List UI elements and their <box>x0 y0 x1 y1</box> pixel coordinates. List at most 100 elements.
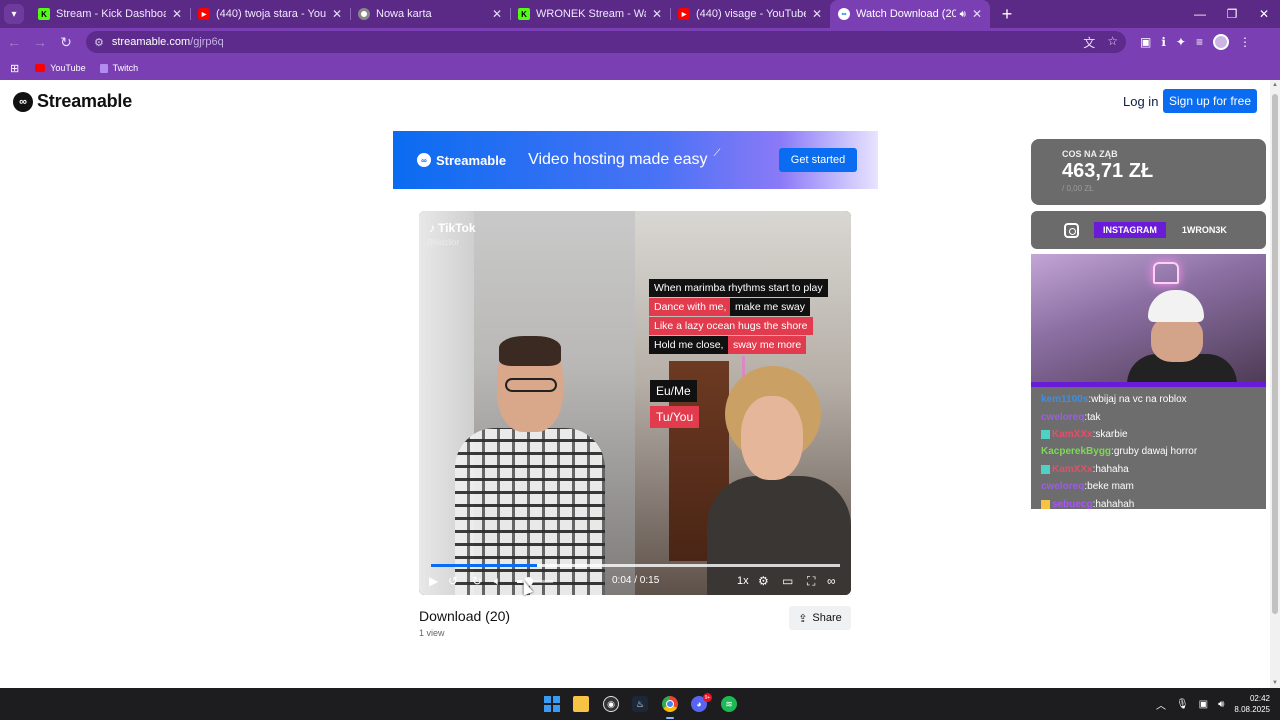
chat-text: beke mam <box>1087 481 1134 493</box>
speaker-icon[interactable]: 🔊︎ <box>1218 699 1224 710</box>
caption-line: Eu/Me <box>650 380 697 402</box>
streamable-logo-icon[interactable]: ∞ <box>827 573 836 589</box>
bookmark-youtube[interactable]: YouTube <box>35 63 86 73</box>
youtube-icon: ▶ <box>198 8 210 20</box>
speaker-icon[interactable]: 🔊︎ <box>960 9 966 20</box>
omnibox-actions: 文 ☆ <box>1083 34 1118 51</box>
bookmark-twitch[interactable]: Twitch <box>99 63 138 73</box>
steam-icon[interactable]: ♨ <box>632 696 648 712</box>
volume-icon[interactable]: 🔈︎ <box>494 573 501 589</box>
close-icon[interactable]: ✕ <box>652 7 662 21</box>
chevron-up-icon[interactable]: ︿ <box>1156 697 1166 712</box>
chat-username: KamXXx <box>1052 463 1093 475</box>
share-icon: ⇪ <box>798 612 808 625</box>
caption-line: Dance with me, <box>649 298 732 316</box>
new-tab-button[interactable]: + <box>996 4 1018 25</box>
reload-icon[interactable]: ↻ <box>54 30 78 54</box>
webcam-feed <box>1031 254 1266 387</box>
clock-date: 8.08.2025 <box>1234 705 1270 714</box>
kebab-menu-icon[interactable]: ⋮ <box>1239 35 1251 49</box>
scroll-down-icon[interactable]: ▼ <box>1272 680 1278 686</box>
ad-banner[interactable]: ∞ Streamable Video hosting made easy ⟋ G… <box>393 131 878 189</box>
tab-wronek-stream[interactable]: K WRONEK Stream - Watch Live o ✕ <box>510 0 670 28</box>
close-icon[interactable]: ✕ <box>972 7 982 21</box>
apps-grid-icon[interactable]: ⊞ <box>10 62 19 75</box>
login-link[interactable]: Log in <box>1123 94 1158 109</box>
chat-username: sebuecg <box>1052 498 1093 510</box>
scroll-up-icon[interactable]: ▲ <box>1272 82 1278 88</box>
restore-icon[interactable]: ❐ <box>1216 0 1248 28</box>
video-frame-left: ♪ TikTok @kidzlior <box>419 211 635 595</box>
tab-youtube-twoja-stara[interactable]: ▶ (440) twoja stara - YouTube ✕ <box>190 0 350 28</box>
tab-kick-dashboard[interactable]: K Stream - Kick Dashboard ✕ <box>30 0 190 28</box>
signup-button[interactable]: Sign up for free <box>1163 89 1257 113</box>
translate-icon[interactable]: 文 <box>1083 34 1095 51</box>
discord-icon[interactable]: ◕ 9+ <box>691 693 712 712</box>
close-icon[interactable]: ✕ <box>172 7 182 21</box>
obs-icon[interactable]: ◉ <box>603 696 619 712</box>
windows-start-icon[interactable] <box>544 696 560 712</box>
minimize-icon[interactable]: — <box>1184 0 1216 28</box>
caption-line: Like a lazy ocean hugs the shore <box>649 317 813 335</box>
page-scrollbar[interactable]: ▲ ▼ <box>1270 80 1280 688</box>
settings-gear-icon[interactable]: ⚙ <box>758 573 769 589</box>
close-window-icon[interactable]: ✕ <box>1248 0 1280 28</box>
close-icon[interactable]: ✕ <box>492 7 502 21</box>
share-label: Share <box>812 612 842 624</box>
tab-title: Stream - Kick Dashboard <box>56 8 166 20</box>
chat-username: KacperekBygg <box>1041 446 1112 458</box>
fullscreen-icon[interactable]: ⛶ <box>807 573 815 589</box>
streamable-icon: ∞ <box>838 8 850 20</box>
forward-icon[interactable]: ↻ <box>472 573 482 589</box>
bookmark-star-icon[interactable]: ☆ <box>1107 34 1118 51</box>
chat-text: hahahah <box>1095 498 1135 510</box>
clock-time: 02:42 <box>1249 694 1270 703</box>
system-tray: ︿ 🎙︎ ▣ 🔊︎ 02:42 8.08.2025 <box>1156 688 1270 720</box>
tab-title: (440) visage - YouTube <box>696 8 806 20</box>
address-bar[interactable]: ⚙ streamable.com/gjrp6q 文 ☆ <box>86 31 1126 53</box>
tab-new-tab[interactable]: Nowa karta ✕ <box>350 0 510 28</box>
network-icon[interactable]: ▣ <box>1199 699 1208 710</box>
caption-line: When marimba rhythms start to play <box>649 279 828 297</box>
caption-line: Hold me close, <box>649 336 729 354</box>
site-info-icon[interactable]: ⚙ <box>94 36 104 49</box>
tab-youtube-visage[interactable]: ▶ (440) visage - YouTube ✕ <box>670 0 830 28</box>
puzzle-icon[interactable]: ✦ <box>1176 35 1186 49</box>
forward-icon[interactable]: → <box>28 30 52 54</box>
bookmark-label: YouTube <box>50 63 86 73</box>
chat-message: cweloreq: beke mam <box>1041 478 1256 495</box>
rewind-icon[interactable]: ↺ <box>448 573 458 589</box>
chat-message: kem1100s: wbijaj na vc na roblox <box>1041 391 1256 408</box>
chat-badge-icon <box>1041 499 1050 509</box>
picture-in-picture-icon[interactable]: ▭ <box>782 573 793 589</box>
close-icon[interactable]: ✕ <box>332 7 342 21</box>
play-icon[interactable]: ▶ <box>429 573 438 589</box>
get-started-button[interactable]: Get started <box>779 148 857 172</box>
extension-icon[interactable]: ℹ <box>1161 35 1166 49</box>
chat-text: hahaha <box>1095 463 1129 475</box>
playback-speed[interactable]: 1x <box>737 573 749 589</box>
tab-search-icon[interactable]: ▾ <box>4 4 24 24</box>
profile-avatar[interactable] <box>1212 34 1229 50</box>
share-button[interactable]: ⇪ Share <box>789 606 851 630</box>
chat-message: KamXXx: hahaha <box>1041 461 1256 478</box>
caption-line: sway me more <box>728 336 807 354</box>
tab-streamable-active[interactable]: ∞ Watch Download (20) | Stre 🔊︎ ✕ <box>830 0 990 28</box>
video-progress-bar[interactable] <box>431 564 840 567</box>
back-icon[interactable]: ← <box>2 30 26 54</box>
chat-text: tak <box>1087 411 1101 423</box>
chat-message: sebuecg: hahahah <box>1041 495 1256 512</box>
banner-logo-text: Streamable <box>436 152 507 168</box>
reading-list-icon[interactable]: ≡ <box>1196 35 1203 49</box>
streamable-logo[interactable]: ∞ Streamable <box>13 91 132 112</box>
scrollbar-thumb[interactable] <box>1272 94 1278 614</box>
kick-icon: K <box>38 8 50 20</box>
file-explorer-icon[interactable] <box>573 696 589 712</box>
microphone-icon[interactable]: 🎙︎ <box>1176 699 1189 710</box>
chrome-icon[interactable] <box>662 696 678 712</box>
extension-icon[interactable]: ▣ <box>1140 35 1151 49</box>
spotify-icon[interactable]: ≋ <box>721 696 737 712</box>
video-player[interactable]: ♪ TikTok @kidzlior When marimba rhythms … <box>419 211 851 595</box>
close-icon[interactable]: ✕ <box>812 7 822 21</box>
clock[interactable]: 02:42 8.08.2025 <box>1234 693 1270 715</box>
